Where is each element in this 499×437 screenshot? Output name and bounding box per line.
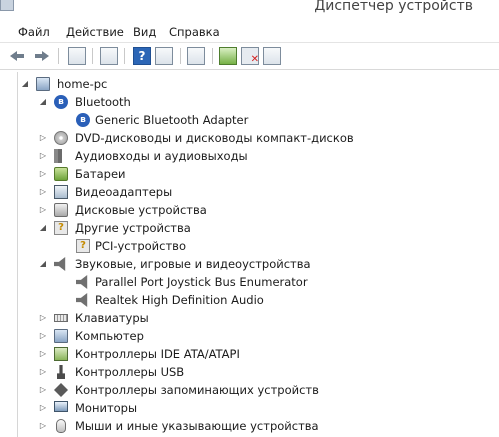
tree-item-label: Контроллеры USB — [75, 365, 185, 379]
toolbar: ? ✕ — [0, 43, 499, 70]
computer-icon — [54, 329, 68, 343]
usb-icon — [57, 365, 65, 379]
bluetooth-icon: ʙ — [76, 113, 90, 127]
help-button[interactable]: ? — [133, 47, 151, 65]
storage-controller-icon — [54, 383, 68, 397]
show-hide-console-tree-button[interactable] — [68, 47, 86, 65]
display-adapter-icon — [54, 185, 68, 199]
tree-item-label: Мониторы — [75, 401, 138, 415]
tree-item-label: Компьютер — [75, 329, 144, 343]
collapsed-arrow-icon[interactable]: ▷ — [38, 309, 48, 327]
tree-item-label: Клавиатуры — [75, 311, 149, 325]
action-pane-button[interactable] — [155, 47, 173, 65]
expanded-arrow-icon[interactable]: ◢ — [38, 93, 48, 111]
tree-item-label: Bluetooth — [75, 95, 131, 109]
collapsed-arrow-icon[interactable]: ▷ — [38, 399, 48, 417]
mouse-icon — [56, 419, 66, 433]
tree-item-label: Батареи — [75, 167, 126, 181]
update-driver-button[interactable] — [219, 47, 237, 65]
menu-file[interactable]: Файл — [18, 25, 50, 39]
unknown-device-icon: ? — [54, 221, 68, 235]
app-icon — [0, 0, 14, 11]
expanded-arrow-icon[interactable]: ◢ — [38, 219, 48, 237]
back-button[interactable] — [10, 47, 28, 65]
audio-io-icon — [54, 149, 68, 163]
warning-device-icon: ? — [76, 239, 90, 253]
help-icon: ? — [138, 49, 146, 63]
keyboard-icon — [54, 314, 68, 322]
uninstall-device-button[interactable] — [263, 47, 281, 65]
tree-item-label: Аудиовходы и аудиовыходы — [75, 149, 248, 163]
toolbar-separator — [92, 48, 93, 64]
menu-view[interactable]: Вид — [133, 25, 156, 39]
tree-item-label: Контроллеры запоминающих устройств — [75, 383, 319, 397]
collapsed-arrow-icon[interactable]: ▷ — [38, 129, 48, 147]
tree-item-label: PCI-устройство — [95, 239, 186, 253]
tree-item-label: Дисковые устройства — [75, 203, 207, 217]
ide-controller-icon — [54, 347, 68, 361]
tree-item-label: Звуковые, игровые и видеоустройства — [75, 257, 311, 271]
dvd-drive-icon — [54, 131, 68, 145]
collapsed-arrow-icon[interactable]: ▷ — [38, 381, 48, 399]
tree-item-label: DVD-дисководы и дисководы компакт-дисков — [75, 131, 354, 145]
tree-item-label: Generic Bluetooth Adapter — [95, 113, 249, 127]
tree-item-label: Видеоадаптеры — [75, 185, 173, 199]
properties-button[interactable] — [100, 47, 118, 65]
toolbar-separator — [58, 48, 59, 64]
forward-button[interactable] — [33, 47, 51, 65]
collapsed-arrow-icon[interactable]: ▷ — [38, 201, 48, 219]
disk-drive-icon — [54, 203, 68, 217]
battery-icon — [54, 167, 68, 181]
collapsed-arrow-icon[interactable]: ▷ — [38, 147, 48, 165]
toolbar-separator — [180, 48, 181, 64]
tree-item-label: Контроллеры IDE ATA/ATAPI — [75, 347, 240, 361]
collapsed-arrow-icon[interactable]: ▷ — [38, 183, 48, 201]
computer-icon — [36, 77, 50, 91]
expanded-arrow-icon[interactable]: ◢ — [38, 255, 48, 273]
speaker-icon — [76, 275, 88, 289]
title-bar: Диспетчер устройств — [0, 0, 499, 22]
collapsed-arrow-icon[interactable]: ▷ — [38, 327, 48, 345]
scan-hardware-button[interactable] — [187, 47, 205, 65]
tree-item-label: Другие устройства — [75, 221, 191, 235]
menu-help[interactable]: Справка — [169, 25, 220, 39]
toolbar-separator — [212, 48, 213, 64]
menu-bar: Файл Действие Вид Справка — [0, 22, 499, 43]
toolbar-separator — [124, 48, 125, 64]
collapsed-arrow-icon[interactable]: ▷ — [38, 165, 48, 183]
disable-red-x-icon: ✕ — [250, 54, 259, 65]
collapsed-arrow-icon[interactable]: ▷ — [38, 417, 48, 435]
device-tree[interactable]: ◢ home-pc ◢ ʙ Bluetooth ʙ Generic Blueto… — [17, 72, 499, 437]
bluetooth-icon: ʙ — [54, 95, 68, 109]
expanded-arrow-icon[interactable]: ◢ — [20, 75, 30, 93]
tree-item-label: Realtek High Definition Audio — [95, 293, 264, 307]
tree-item-label: home-pc — [57, 77, 108, 91]
speaker-icon — [54, 257, 66, 271]
window-title: Диспетчер устройств — [314, 0, 473, 14]
collapsed-arrow-icon[interactable]: ▷ — [38, 363, 48, 381]
collapsed-arrow-icon[interactable]: ▷ — [38, 345, 48, 363]
tree-item-label: Parallel Port Joystick Bus Enumerator — [95, 275, 308, 289]
disable-device-button[interactable]: ✕ — [241, 47, 259, 65]
monitor-icon — [54, 401, 68, 412]
tree-item-label: Мыши и иные указывающие устройства — [75, 419, 319, 433]
menu-action[interactable]: Действие — [66, 25, 124, 39]
speaker-icon — [76, 293, 88, 307]
